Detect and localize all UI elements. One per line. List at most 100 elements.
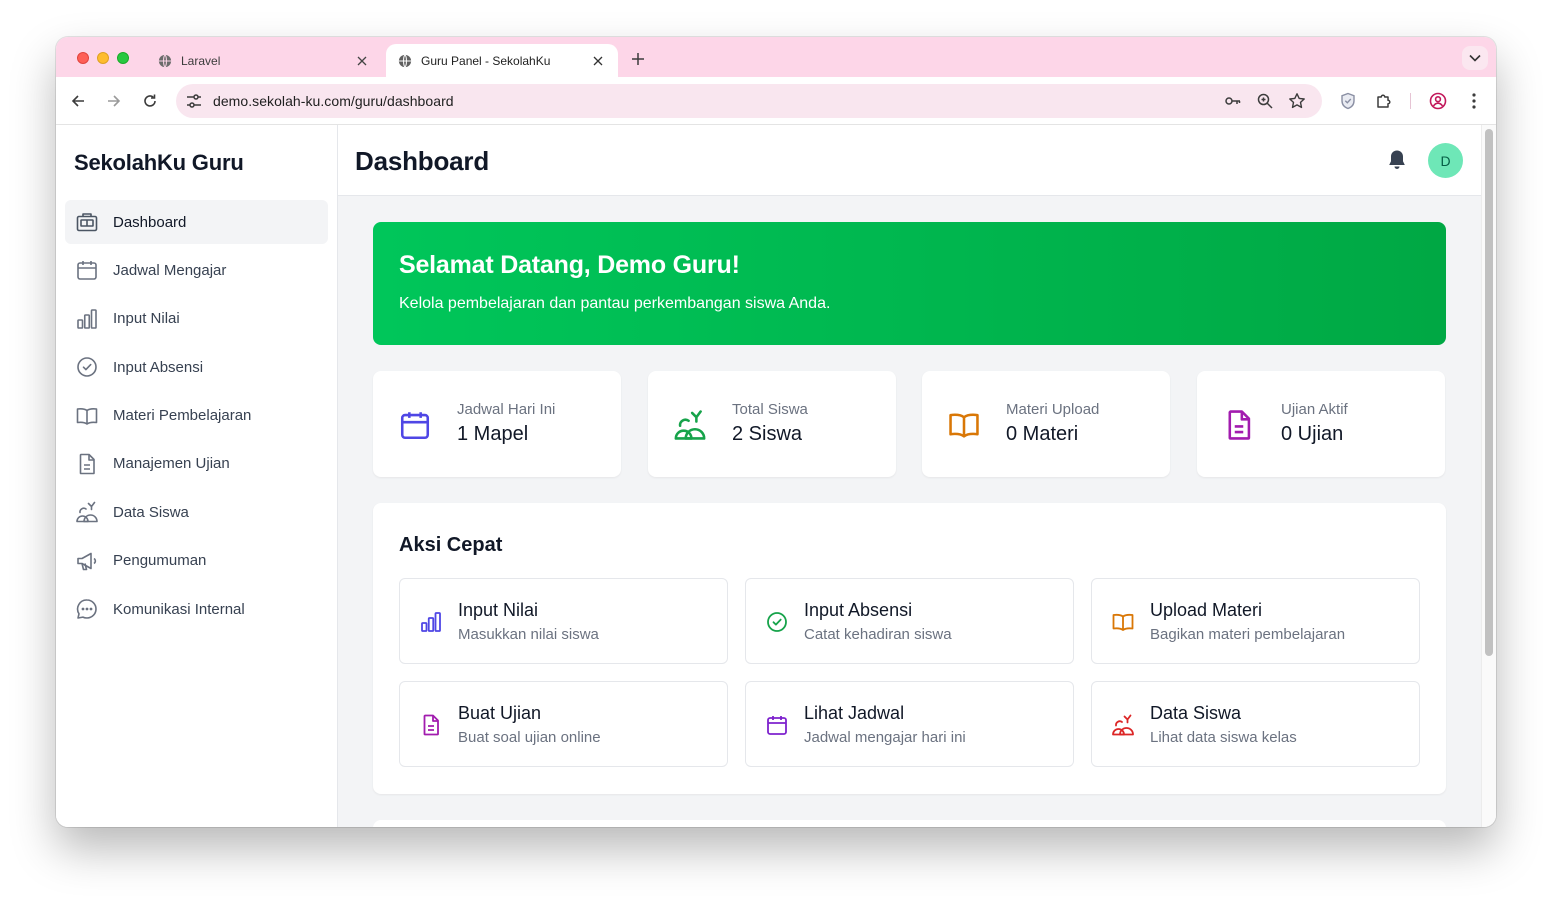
stat-value: 2 Siswa — [732, 423, 803, 445]
quick-action-desc: Jadwal mengajar hari ini — [804, 729, 966, 746]
quick-action-title: Lihat Jadwal — [804, 703, 905, 723]
book-open-icon — [1112, 613, 1134, 631]
sidebar-item-pengumuman[interactable]: Pengumuman — [65, 539, 328, 583]
stat-value: 0 Ujian — [1281, 423, 1344, 445]
brand-title: SekolahKu Guru — [74, 150, 244, 175]
profile-button[interactable] — [1426, 89, 1450, 113]
sidebar-item-label: Manajemen Ujian — [113, 455, 230, 473]
users-icon — [76, 502, 98, 523]
close-tab-icon[interactable] — [590, 53, 606, 69]
shield-icon — [1341, 92, 1355, 110]
quick-actions-title: Aksi Cepat — [399, 534, 503, 556]
minimize-window-button[interactable] — [97, 52, 109, 64]
quick-action-desc: Masukkan nilai siswa — [458, 626, 599, 643]
check-circle-icon — [77, 357, 97, 377]
quick-action-title: Input Nilai — [458, 600, 539, 620]
toolbar-divider — [1410, 93, 1411, 109]
quick-actions-panel: Aksi Cepat Input Nilai Masukkan nilai si… — [373, 503, 1446, 794]
sidebar-item-label: Jadwal Mengajar — [113, 261, 227, 279]
tab-guru-panel[interactable]: Guru Panel - SekolahKu — [386, 44, 618, 77]
sidebar-item-manajemen-ujian[interactable]: Manajemen Ujian — [65, 442, 328, 486]
sidebar-item-label: Data Siswa — [113, 503, 189, 521]
sidebar-item-dashboard[interactable]: Dashboard — [65, 200, 328, 244]
close-tab-icon[interactable] — [354, 53, 370, 69]
users-icon — [1112, 714, 1134, 736]
quick-action-desc: Catat kehadiran siswa — [804, 626, 952, 643]
sidebar: SekolahKu Guru Dashboard Jadwal Mengajar… — [56, 125, 338, 827]
stat-label: Total Siswa — [732, 401, 808, 418]
bell-icon[interactable] — [1385, 148, 1409, 172]
quick-action-title: Input Absensi — [804, 600, 913, 620]
close-window-button[interactable] — [77, 52, 89, 64]
page-viewport: SekolahKu Guru Dashboard Jadwal Mengajar… — [56, 125, 1496, 827]
check-circle-icon — [767, 612, 787, 632]
arrow-right-icon — [108, 95, 121, 107]
quick-action-data-siswa[interactable]: Data Siswa Lihat data siswa kelas — [1091, 681, 1420, 767]
stat-value: 0 Materi — [1006, 423, 1079, 445]
welcome-subtitle: Kelola pembelajaran dan pantau perkemban… — [399, 295, 831, 312]
sidebar-item-input-nilai[interactable]: Input Nilai — [65, 297, 328, 341]
maximize-window-button[interactable] — [117, 52, 129, 64]
book-open-icon — [949, 413, 979, 438]
document-icon — [79, 453, 95, 475]
quick-action-desc: Lihat data siswa kelas — [1150, 729, 1297, 746]
quick-action-desc: Buat soal ujian online — [458, 729, 601, 746]
calendar-icon — [400, 412, 430, 440]
welcome-banner: Selamat Datang, Demo Guru! Kelola pembel… — [373, 222, 1446, 345]
sidebar-item-input-absensi[interactable]: Input Absensi — [65, 345, 328, 389]
topbar: Dashboard D — [338, 125, 1481, 196]
quick-action-upload-materi[interactable]: Upload Materi Bagikan materi pembelajara… — [1091, 578, 1420, 664]
quick-action-lihat-jadwal[interactable]: Lihat Jadwal Jadwal mengajar hari ini — [745, 681, 1074, 767]
key-icon[interactable] — [1224, 92, 1242, 110]
quick-action-title: Data Siswa — [1150, 703, 1242, 723]
quick-action-desc: Bagikan materi pembelajaran — [1150, 626, 1346, 643]
stat-label: Materi Upload — [1006, 401, 1100, 418]
quick-action-title: Upload Materi — [1150, 600, 1263, 620]
sidebar-item-label: Komunikasi Internal — [113, 600, 245, 618]
sidebar-item-materi-pembelajaran[interactable]: Materi Pembelajaran — [65, 394, 328, 438]
stat-label: Jadwal Hari Ini — [457, 401, 556, 418]
tab-search-button[interactable] — [1462, 46, 1488, 70]
star-icon[interactable] — [1288, 92, 1306, 110]
quick-action-input-absensi[interactable]: Input Absensi Catat kehadiran siswa — [745, 578, 1074, 664]
back-button[interactable] — [66, 89, 90, 113]
browser-window: Laravel Guru Panel - SekolahKu demo.seko… — [56, 37, 1496, 827]
page-scrollbar-thumb[interactable] — [1485, 129, 1493, 656]
plus-icon — [632, 53, 644, 65]
extensions-button[interactable] — [1372, 89, 1396, 113]
reload-button[interactable] — [138, 89, 162, 113]
chat-bubble-icon — [76, 599, 97, 619]
more-vertical-icon — [1472, 93, 1476, 109]
next-section-card — [373, 820, 1446, 827]
tab-laravel[interactable]: Laravel — [146, 44, 382, 77]
forward-button[interactable] — [102, 89, 126, 113]
browser-menu-button[interactable] — [1462, 89, 1486, 113]
tab-strip: Laravel Guru Panel - SekolahKu — [56, 37, 1496, 77]
users-icon — [674, 410, 706, 440]
address-bar[interactable]: demo.sekolah-ku.com/guru/dashboard — [176, 84, 1322, 118]
new-tab-button[interactable] — [628, 49, 648, 69]
chevron-down-icon — [1469, 54, 1481, 62]
bar-chart-icon — [421, 612, 441, 632]
avatar[interactable]: D — [1428, 143, 1463, 178]
stat-card-jadwal: Jadwal Hari Ini 1 Mapel — [373, 371, 621, 477]
zoom-icon[interactable] — [1256, 92, 1274, 110]
sidebar-item-label: Input Absensi — [113, 358, 204, 376]
url-text[interactable]: demo.sekolah-ku.com/guru/dashboard — [213, 93, 454, 109]
sidebar-item-data-siswa[interactable]: Data Siswa — [65, 490, 328, 534]
document-icon — [423, 714, 439, 736]
quick-action-buat-ujian[interactable]: Buat Ujian Buat soal ujian online — [399, 681, 728, 767]
quick-action-title: Buat Ujian — [458, 703, 542, 723]
shield-extension-button[interactable] — [1336, 89, 1360, 113]
stat-card-ujian-aktif: Ujian Aktif 0 Ujian — [1197, 371, 1445, 477]
globe-icon — [158, 53, 172, 68]
calendar-icon — [77, 261, 97, 281]
sidebar-item-komunikasi-internal[interactable]: Komunikasi Internal — [65, 587, 328, 631]
tab-title: Laravel — [181, 53, 221, 68]
stat-card-materi-upload: Materi Upload 0 Materi — [922, 371, 1170, 477]
sidebar-item-label: Dashboard — [113, 213, 187, 231]
quick-action-input-nilai[interactable]: Input Nilai Masukkan nilai siswa — [399, 578, 728, 664]
welcome-title: Selamat Datang, Demo Guru! — [399, 251, 740, 279]
sidebar-item-jadwal-mengajar[interactable]: Jadwal Mengajar — [65, 248, 328, 292]
site-settings-icon[interactable] — [185, 92, 203, 110]
